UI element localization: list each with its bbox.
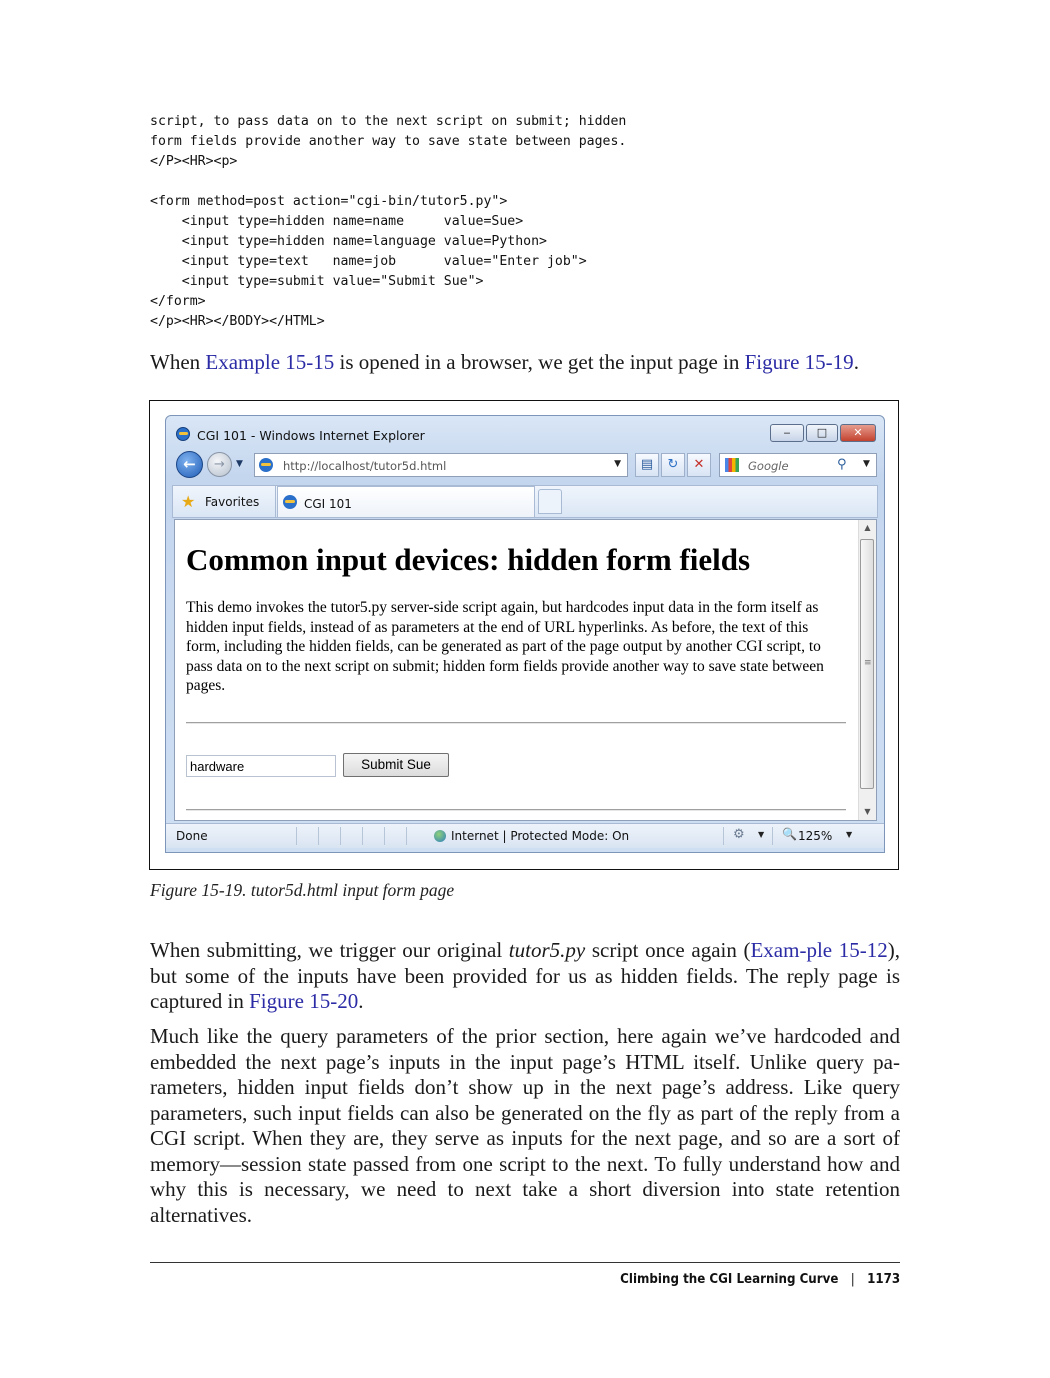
example-link[interactable]: Example 15-15 [205,350,334,374]
ie-logo-icon [176,427,190,441]
status-divider [340,827,341,845]
forward-button[interactable]: → [207,452,232,477]
scroll-up-icon[interactable]: ▲ [859,520,876,536]
scroll-down-icon[interactable]: ▼ [859,804,876,820]
favorites-bar: ★ Favorites CGI 101 [172,485,878,518]
favorites-button[interactable]: ★ Favorites [173,486,276,517]
status-divider [384,827,385,845]
minimize-button[interactable]: ‒ [770,424,804,442]
compatibility-view-button[interactable]: ▤ [635,453,659,477]
page-icon [259,458,273,472]
intro-text: is opened in a browser, we get the input… [334,350,745,374]
horizontal-rule [186,809,846,811]
code-line: script, to pass data on to the next scri… [150,114,627,129]
page-paragraph: This demo invokes the tutor5.py server-s… [186,599,824,694]
navigation-bar: ← → ▼ http://localhost/tutor5d.html ▼ ▤ … [166,449,884,481]
submit-button[interactable]: Submit Sue [343,753,449,777]
search-placeholder: Google [748,459,789,473]
paragraph-text: script once again ( [585,938,751,962]
scroll-thumb[interactable]: ≡ [860,539,874,789]
vertical-scrollbar[interactable]: ▲ ≡ ▼ [858,520,876,820]
job-input[interactable]: hardware [186,755,336,777]
code-line: </form> [150,294,206,309]
code-line: form fields provide another way to save … [150,134,627,149]
chevron-down-icon[interactable]: ▼ [614,459,621,469]
window-title: CGI 101 - Windows Internet Explorer [197,428,425,443]
example-link[interactable]: Exam-ple 15-12 [750,938,887,962]
status-divider [772,827,773,845]
title-bar: CGI 101 - Windows Internet Explorer ‒ □ … [166,416,884,446]
security-zone[interactable]: Internet | Protected Mode: On [451,829,629,843]
zoom-icon: 🔍 [782,827,797,841]
status-text: Done [176,829,208,843]
body-paragraph: When submitting, we trigger our original… [150,938,900,1015]
code-line: <input type=submit value="Submit Sue"> [150,274,484,289]
paragraph-text: . [358,989,364,1013]
search-options-icon[interactable]: ▼ [863,459,870,469]
status-bar: Done Internet | Protected Mode: On ⚙ ▼ 🔍… [166,823,884,848]
intro-paragraph: When Example 15-15 is opened in a browse… [150,350,900,376]
paragraph-text: When submitting, we trigger our original [150,938,509,962]
intro-text: . [853,350,859,374]
chevron-down-icon[interactable]: ▼ [758,830,764,839]
script-name: tutor5.py [508,938,586,962]
star-icon: ★ [181,492,196,511]
status-divider [362,827,363,845]
new-tab-button[interactable] [538,489,562,514]
status-divider [406,827,407,845]
status-divider [296,827,297,845]
zoom-level[interactable]: 125% [798,829,832,843]
code-line: <input type=hidden name=name value=Sue> [150,214,524,229]
code-line: <form method=post action="cgi-bin/tutor5… [150,194,508,209]
figure-link[interactable]: Figure 15-20 [249,989,358,1013]
favorites-label: Favorites [205,495,260,509]
browser-window: CGI 101 - Windows Internet Explorer ‒ □ … [165,415,885,853]
status-divider [723,827,724,845]
stop-button[interactable]: ✕ [687,453,711,477]
maximize-button[interactable]: □ [806,424,838,442]
page-number: 1173 [866,1271,900,1287]
search-icon[interactable]: ⚲ [837,457,847,472]
page-icon [283,495,297,509]
address-text: http://localhost/tutor5d.html [283,459,447,473]
refresh-button[interactable]: ↻ [661,453,685,477]
grip-icon: ≡ [864,658,872,668]
address-bar[interactable]: http://localhost/tutor5d.html ▼ [254,453,628,477]
tab-label: CGI 101 [304,497,352,511]
status-divider [318,827,319,845]
intro-text: When [150,350,206,374]
code-line: <input type=text name=job value="Enter j… [150,254,587,269]
page-heading: Common input devices: hidden form fields [186,542,751,577]
figure-caption: Figure 15-19. tutor5d.html input form pa… [150,880,455,900]
back-button[interactable]: ← [176,451,203,478]
close-button[interactable]: ✕ [840,424,876,442]
tools-icon[interactable]: ⚙ [733,827,745,842]
page-viewport: Common input devices: hidden form fields… [174,519,877,821]
code-listing: script, to pass data on to the next scri… [150,112,626,332]
code-line: <input type=hidden name=language value=P… [150,234,547,249]
figure-frame: CGI 101 - Windows Internet Explorer ‒ □ … [149,400,899,870]
chevron-down-icon[interactable]: ▼ [846,830,852,839]
code-line: </p><HR></BODY></HTML> [150,314,325,329]
globe-icon [434,830,446,842]
body-paragraph: Much like the query parameters of the pr… [150,1024,900,1227]
search-box[interactable]: Google ⚲ ▼ [719,453,877,477]
browser-tab[interactable]: CGI 101 [277,486,535,517]
footer-divider: | [850,1271,855,1287]
google-icon [725,458,739,472]
code-line: </P><HR><p> [150,154,238,169]
page-footer: Climbing the CGI Learning Curve | 1173 [620,1271,900,1287]
figure-link[interactable]: Figure 15-19 [745,350,854,374]
history-dropdown-icon[interactable]: ▼ [236,459,243,469]
footer-rule [150,1262,900,1263]
horizontal-rule [186,722,846,724]
running-head: Climbing the CGI Learning Curve [620,1271,839,1287]
